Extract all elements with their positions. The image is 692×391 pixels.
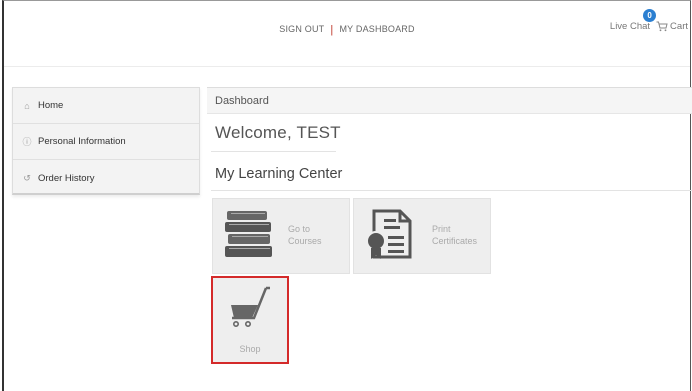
sidebar-item-home[interactable]: ⌂ Home — [13, 88, 199, 124]
shop-tile[interactable]: Shop — [211, 276, 289, 364]
my-dashboard-link[interactable]: MY DASHBOARD — [339, 24, 414, 34]
panel-title: Dashboard — [207, 87, 692, 114]
section-title: My Learning Center — [215, 166, 343, 182]
tile-label: Print Certificates — [432, 223, 477, 247]
sidebar-item-personal-information[interactable]: ⓘ Personal Information — [13, 124, 199, 160]
history-icon: ↺ — [23, 172, 31, 183]
cart-link[interactable]: 0 Cart — [643, 9, 688, 32]
cart-label: Cart — [670, 21, 688, 32]
sign-out-link[interactable]: SIGN OUT — [279, 24, 324, 34]
cart-count-badge: 0 — [643, 9, 657, 22]
sidebar-item-label: Home — [38, 100, 64, 111]
print-certificates-tile[interactable]: Print Certificates — [353, 198, 491, 274]
sidebar-item-label: Personal Information — [38, 136, 126, 147]
live-chat-link[interactable]: Live Chat — [610, 21, 650, 32]
header-tools: Live Chat 0 Cart — [610, 9, 688, 32]
divider — [211, 151, 336, 152]
certificate-icon — [366, 209, 412, 259]
sidebar: ⌂ Home ⓘ Personal Information ↺ Order Hi… — [12, 87, 200, 195]
cart-icon — [231, 286, 270, 327]
page-frame: SIGN OUT | MY DASHBOARD Live Chat 0 Cart ⌂… — [2, 0, 692, 391]
tile-label-line1: Go to — [288, 224, 311, 234]
books-icon — [225, 211, 272, 257]
welcome-heading: Welcome, TEST — [215, 123, 341, 142]
cart-icon — [656, 21, 668, 32]
home-icon: ⌂ — [24, 100, 30, 111]
link-separator: | — [330, 24, 334, 36]
sidebar-item-label: Order History — [38, 172, 95, 184]
tile-label: Shop — [239, 344, 261, 354]
info-icon: ⓘ — [22, 137, 32, 147]
header: SIGN OUT | MY DASHBOARD Live Chat 0 Cart — [4, 1, 690, 67]
tile-label: Go to Courses — [288, 223, 322, 247]
tile-label-line2: Courses — [288, 236, 322, 246]
go-to-courses-tile[interactable]: Go to Courses — [212, 198, 350, 274]
sidebar-item-order-history[interactable]: ↺ Order History — [13, 160, 199, 196]
tile-label-line2: Certificates — [432, 236, 478, 246]
tile-label-line1: Print — [432, 224, 451, 234]
top-links: SIGN OUT | MY DASHBOARD — [4, 24, 690, 36]
divider — [211, 190, 692, 191]
